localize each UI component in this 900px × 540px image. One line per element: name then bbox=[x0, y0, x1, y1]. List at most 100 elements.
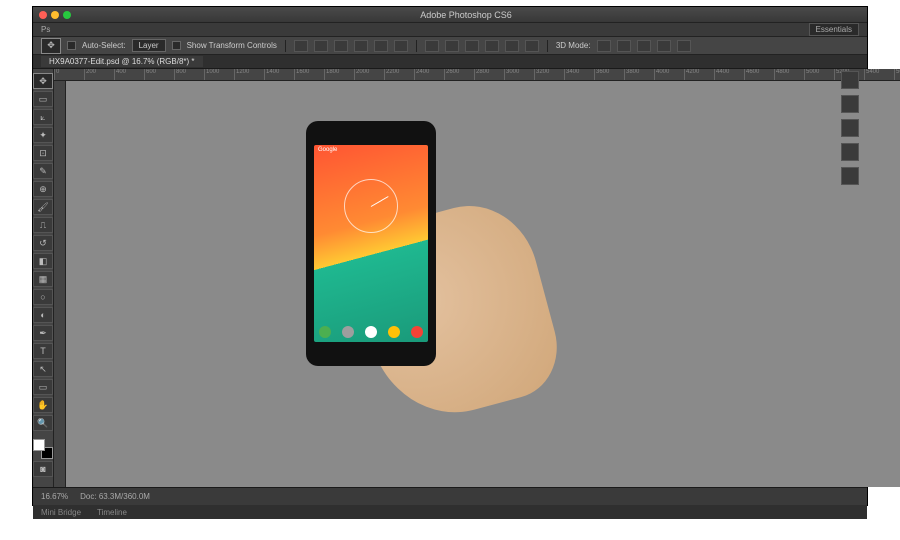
phone-dock-apps-icon bbox=[365, 326, 377, 338]
document-tab[interactable]: HX9A0377-Edit.psd @ 16.7% (RGB/8*) * bbox=[41, 56, 203, 67]
type-tool[interactable]: T bbox=[33, 343, 53, 359]
dodge-tool[interactable]: ◐ bbox=[33, 307, 53, 323]
path-tool[interactable]: ↖ bbox=[33, 361, 53, 377]
distribute-2-icon[interactable] bbox=[445, 40, 459, 52]
traffic-zoom-button[interactable] bbox=[63, 11, 71, 19]
align-right-icon[interactable] bbox=[334, 40, 348, 52]
collapsed-panel-actions-icon[interactable] bbox=[841, 95, 859, 113]
distribute-5-icon[interactable] bbox=[505, 40, 519, 52]
phone-clock-widget bbox=[344, 179, 398, 233]
align-left-icon[interactable] bbox=[294, 40, 308, 52]
doc-size: Doc: 63.3M/360.0M bbox=[80, 492, 150, 501]
zoom-level[interactable]: 16.67% bbox=[41, 492, 68, 501]
3d-mode-2-icon[interactable] bbox=[617, 40, 631, 52]
quick-mask-button[interactable]: ◙ bbox=[33, 461, 53, 477]
ruler-tick: 600 bbox=[144, 69, 174, 80]
window-titlebar: Adobe Photoshop CS6 bbox=[33, 7, 867, 23]
ruler-tick: 4000 bbox=[654, 69, 684, 80]
ruler-tick: 3600 bbox=[594, 69, 624, 80]
distribute-6-icon[interactable] bbox=[525, 40, 539, 52]
ruler-tick: 200 bbox=[84, 69, 114, 80]
tools-panel: ✥ ▭ ⟀ ✦ ⊡ ✎ ⊕ 🖌 ⎍ ↺ ◧ ▦ ○ ◐ ✒ T ↖ ▭ ✋ 🔍 … bbox=[33, 69, 54, 487]
ruler-tick: 400 bbox=[114, 69, 144, 80]
show-transform-label: Show Transform Controls bbox=[187, 41, 277, 50]
ruler-tick: 4600 bbox=[744, 69, 774, 80]
vertical-ruler[interactable] bbox=[54, 81, 66, 487]
ruler-tick: 5400 bbox=[864, 69, 894, 80]
distribute-4-icon[interactable] bbox=[485, 40, 499, 52]
move-tool[interactable]: ✥ bbox=[33, 73, 53, 89]
pen-tool[interactable]: ✒ bbox=[33, 325, 53, 341]
ruler-tick: 1000 bbox=[204, 69, 234, 80]
phone-dock-phone-icon bbox=[319, 326, 331, 338]
phone-brand: Google bbox=[318, 147, 337, 153]
lasso-tool[interactable]: ⟀ bbox=[33, 109, 53, 125]
align-bottom-icon[interactable] bbox=[394, 40, 408, 52]
workspace-switcher[interactable]: Essentials bbox=[809, 23, 859, 36]
gradient-tool[interactable]: ▦ bbox=[33, 271, 53, 287]
tab-timeline[interactable]: Timeline bbox=[89, 507, 135, 518]
ruler-tick: 800 bbox=[174, 69, 204, 80]
3d-mode-5-icon[interactable] bbox=[677, 40, 691, 52]
ruler-tick: 1800 bbox=[324, 69, 354, 80]
distribute-3-icon[interactable] bbox=[465, 40, 479, 52]
ruler-tick: 3000 bbox=[504, 69, 534, 80]
3d-mode-label: 3D Mode: bbox=[556, 41, 591, 50]
horizontal-ruler[interactable]: 0200400600800100012001400160018002000220… bbox=[54, 69, 900, 81]
crop-tool[interactable]: ⊡ bbox=[33, 145, 53, 161]
align-center-v-icon[interactable] bbox=[374, 40, 388, 52]
ruler-tick: 1600 bbox=[294, 69, 324, 80]
blur-tool[interactable]: ○ bbox=[33, 289, 53, 305]
phone-dock-gmail-icon bbox=[411, 326, 423, 338]
show-transform-checkbox[interactable] bbox=[172, 41, 181, 50]
traffic-close-button[interactable] bbox=[39, 11, 47, 19]
document-tab-bar: HX9A0377-Edit.psd @ 16.7% (RGB/8*) * bbox=[33, 55, 867, 69]
3d-mode-4-icon[interactable] bbox=[657, 40, 671, 52]
app-title: Adobe Photoshop CS6 bbox=[71, 10, 861, 20]
distribute-1-icon[interactable] bbox=[425, 40, 439, 52]
stamp-tool[interactable]: ⎍ bbox=[33, 217, 53, 233]
collapsed-panel-color-icon[interactable] bbox=[841, 119, 859, 137]
tab-mini-bridge[interactable]: Mini Bridge bbox=[33, 507, 89, 518]
auto-select-checkbox[interactable] bbox=[67, 41, 76, 50]
options-bar: ✥ Auto-Select: Layer Show Transform Cont… bbox=[33, 37, 867, 55]
ruler-tick: 3800 bbox=[624, 69, 654, 80]
phone-dock-contacts-icon bbox=[342, 326, 354, 338]
brush-tool[interactable]: 🖌 bbox=[33, 199, 53, 215]
zoom-tool[interactable]: 🔍 bbox=[33, 415, 53, 431]
canvas-content-phone: Google bbox=[306, 121, 436, 366]
auto-select-label: Auto-Select: bbox=[82, 41, 126, 50]
status-bar: 16.67% Doc: 63.3M/360.0M bbox=[33, 487, 867, 505]
collapsed-panel-swatches-icon[interactable] bbox=[841, 143, 859, 161]
collapsed-panel-styles-icon[interactable] bbox=[841, 167, 859, 185]
wand-tool[interactable]: ✦ bbox=[33, 127, 53, 143]
ruler-tick: 2000 bbox=[354, 69, 384, 80]
align-center-h-icon[interactable] bbox=[314, 40, 328, 52]
ruler-tick: 0 bbox=[54, 69, 84, 80]
healing-tool[interactable]: ⊕ bbox=[33, 181, 53, 197]
eraser-tool[interactable]: ◧ bbox=[33, 253, 53, 269]
ruler-tick: 4800 bbox=[774, 69, 804, 80]
ruler-tick: 4400 bbox=[714, 69, 744, 80]
ruler-tick: 2600 bbox=[444, 69, 474, 80]
ruler-tick: 2800 bbox=[474, 69, 504, 80]
ruler-tick: 4200 bbox=[684, 69, 714, 80]
marquee-tool[interactable]: ▭ bbox=[33, 91, 53, 107]
ruler-tick: 5600 bbox=[894, 69, 900, 80]
color-swatches[interactable] bbox=[33, 439, 53, 459]
history-brush-tool[interactable]: ↺ bbox=[33, 235, 53, 251]
canvas[interactable]: Google bbox=[66, 81, 900, 487]
move-tool-icon[interactable]: ✥ bbox=[41, 38, 61, 54]
auto-select-dropdown[interactable]: Layer bbox=[132, 39, 166, 52]
3d-mode-3-icon[interactable] bbox=[637, 40, 651, 52]
ruler-tick: 1400 bbox=[264, 69, 294, 80]
traffic-minimize-button[interactable] bbox=[51, 11, 59, 19]
menu-ps-icon[interactable]: Ps bbox=[41, 25, 50, 34]
eyedropper-tool[interactable]: ✎ bbox=[33, 163, 53, 179]
3d-mode-1-icon[interactable] bbox=[597, 40, 611, 52]
align-top-icon[interactable] bbox=[354, 40, 368, 52]
hand-tool[interactable]: ✋ bbox=[33, 397, 53, 413]
ruler-tick: 2400 bbox=[414, 69, 444, 80]
collapsed-panel-history-icon[interactable] bbox=[841, 71, 859, 89]
shape-tool[interactable]: ▭ bbox=[33, 379, 53, 395]
